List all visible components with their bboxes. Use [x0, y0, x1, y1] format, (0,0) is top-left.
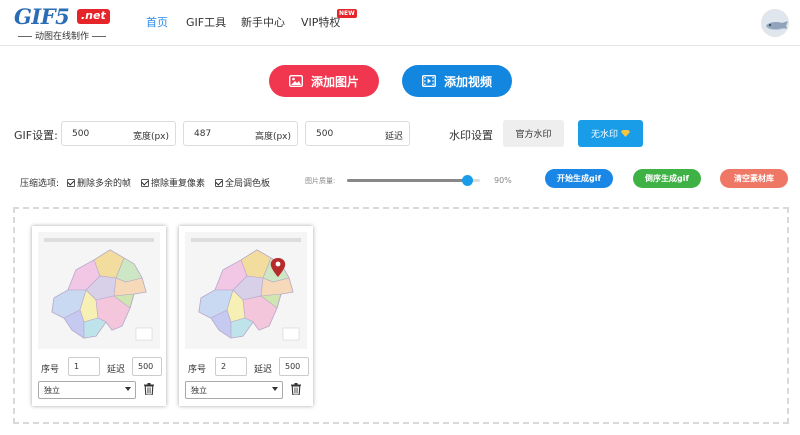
gif-settings-label: GIF设置: — [14, 129, 58, 142]
nav-vip[interactable]: VIP特权 — [301, 14, 340, 30]
option-remove-frames[interactable]: 删除多余的帧 — [67, 176, 131, 189]
frame-mode-value: 独立 — [44, 386, 60, 395]
remove-frames-checkbox[interactable] — [67, 179, 75, 187]
no-watermark-button[interactable]: 无水印 — [578, 120, 643, 147]
nav-beginner-center[interactable]: 新手中心 — [241, 14, 285, 30]
start-generate-button[interactable]: 开始生成gif — [545, 169, 613, 188]
frame-thumbnail[interactable] — [38, 232, 160, 349]
frame-thumbnail[interactable] — [185, 232, 307, 349]
option-erase-pixels[interactable]: 擦除重复像素 — [141, 176, 205, 189]
quality-slider[interactable] — [347, 175, 480, 186]
delay-value: 500 — [316, 129, 334, 139]
height-unit: 高度(px) — [254, 132, 291, 142]
add-video-label: 添加视频 — [443, 74, 492, 89]
official-watermark-button[interactable]: 官方水印 — [503, 120, 564, 147]
chevron-down-icon — [272, 387, 278, 391]
logo-wordmark: GIF5 — [14, 4, 70, 29]
frame-card[interactable]: 序号 2 延迟 500 独立 — [179, 226, 313, 406]
official-watermark-label: 官方水印 — [515, 130, 552, 140]
nav-gif-tools[interactable]: GIF工具 — [186, 14, 226, 30]
width-value: 500 — [72, 129, 90, 139]
no-watermark-label: 无水印 — [590, 130, 618, 140]
frame-mode-select[interactable]: 独立 — [185, 381, 283, 399]
width-field[interactable]: 500 宽度(px) — [61, 121, 176, 146]
delay-unit: 延迟 — [384, 132, 403, 142]
logo-tagline: 动图在线制作 — [14, 29, 110, 42]
image-icon — [288, 75, 303, 87]
add-image-button[interactable]: 添加图片 — [269, 65, 379, 97]
frame-delay-input[interactable]: 500 — [132, 357, 162, 376]
site-logo[interactable]: GIF5 .net 动图在线制作 — [14, 4, 114, 42]
frame-index-label: 序号 — [41, 365, 60, 375]
chevron-down-icon — [125, 387, 131, 391]
frame-index-input[interactable]: 2 — [215, 357, 247, 376]
global-palette-checkbox[interactable] — [215, 179, 223, 187]
trash-icon[interactable] — [144, 383, 154, 395]
option-global-palette[interactable]: 全局调色板 — [215, 176, 270, 189]
nav-home[interactable]: 首页 — [146, 14, 168, 30]
erase-pixels-checkbox[interactable] — [141, 179, 149, 187]
quality-slider-handle[interactable] — [461, 175, 473, 186]
frame-settings-row: 序号 1 延迟 500 — [38, 357, 162, 377]
quality-label: 图片质量: — [305, 177, 336, 185]
map-thumbnail-image — [44, 238, 154, 341]
frame-mode-select[interactable]: 独立 — [38, 381, 136, 399]
logo-net-badge: .net — [77, 9, 110, 24]
quality-slider-fill — [347, 179, 467, 182]
remove-frames-label: 删除多余的帧 — [77, 179, 132, 189]
frame-index-label: 序号 — [188, 365, 207, 375]
reverse-generate-button[interactable]: 倒序生成gif — [633, 169, 701, 188]
frame-card[interactable]: 序号 1 延迟 500 独立 — [32, 226, 166, 406]
new-badge: NEW — [337, 9, 357, 18]
quality-value: 90% — [494, 176, 512, 185]
height-value: 487 — [194, 129, 212, 139]
frame-delay-label: 延迟 — [254, 365, 273, 375]
frame-mode-value: 独立 — [191, 386, 207, 395]
add-image-label: 添加图片 — [310, 74, 359, 89]
top-header: GIF5 .net 动图在线制作 首页 GIF工具 新手中心 VIP特权 NEW — [0, 0, 800, 46]
height-field[interactable]: 487 高度(px) — [183, 121, 298, 146]
compress-options-label: 压缩选项: — [20, 179, 60, 189]
user-avatar-icon — [766, 21, 788, 30]
diamond-icon — [621, 130, 630, 137]
watermark-label: 水印设置 — [449, 129, 493, 142]
map-thumbnail-image — [191, 238, 301, 341]
erase-pixels-label: 擦除重复像素 — [151, 179, 206, 189]
width-unit: 宽度(px) — [132, 132, 169, 142]
video-icon — [421, 75, 436, 87]
frame-index-input[interactable]: 1 — [68, 357, 100, 376]
clear-library-button[interactable]: 清空素材库 — [720, 169, 788, 188]
delay-field[interactable]: 500 延迟 — [305, 121, 410, 146]
avatar[interactable] — [761, 9, 789, 37]
add-video-button[interactable]: 添加视频 — [402, 65, 512, 97]
frame-delay-input[interactable]: 500 — [279, 357, 309, 376]
frame-settings-row: 序号 2 延迟 500 — [185, 357, 309, 377]
frame-delay-label: 延迟 — [107, 365, 126, 375]
global-palette-label: 全局调色板 — [225, 179, 271, 189]
trash-icon[interactable] — [291, 383, 301, 395]
